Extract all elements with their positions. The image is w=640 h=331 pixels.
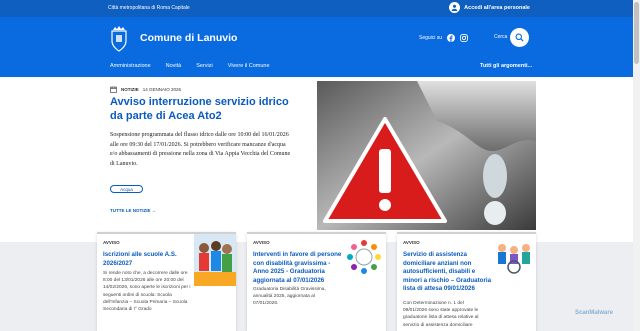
news-category[interactable]: NOTIZIE bbox=[121, 87, 139, 92]
top-bar: Città metropolitana di Roma Capitale Acc… bbox=[0, 0, 633, 17]
card-text: Graduatoria Disabilità Gravissima, annua… bbox=[253, 287, 326, 307]
follow-label: Seguici su bbox=[419, 35, 443, 41]
news-image[interactable] bbox=[317, 81, 536, 230]
search-button[interactable] bbox=[510, 28, 529, 47]
social-links: Seguici su bbox=[419, 34, 468, 42]
watermark-logo: ScanMalware bbox=[575, 310, 614, 316]
scrollbar-thumb[interactable] bbox=[634, 2, 639, 64]
nav-item-news[interactable]: Novità bbox=[166, 63, 182, 69]
news-headline[interactable]: Avviso interruzione servizio idrico da p… bbox=[110, 95, 300, 123]
all-news-link[interactable]: TUTTE LE NOTIZIE → bbox=[110, 208, 156, 213]
card-type: AVVISO bbox=[253, 240, 270, 245]
notice-card[interactable]: AVVISO Interventi in favore di persone c… bbox=[247, 232, 386, 331]
region-link[interactable]: Città metropolitana di Roma Capitale bbox=[108, 5, 190, 11]
card-type: AVVISO bbox=[403, 240, 420, 245]
calendar-icon bbox=[110, 86, 117, 93]
site-header: Comune di Lanuvio Seguici su Cerca Ammin… bbox=[0, 17, 633, 77]
card-type: AVVISO bbox=[103, 240, 120, 245]
nav-item-services[interactable]: Servizi bbox=[196, 63, 213, 69]
arrow-right-icon: → bbox=[151, 208, 157, 213]
featured-news: NOTIZIE 14 GENNAIO 2026 Avviso interruzi… bbox=[0, 77, 633, 242]
search-icon bbox=[515, 33, 524, 42]
people-circle-illustration bbox=[343, 236, 385, 278]
user-icon bbox=[449, 2, 461, 13]
notice-card[interactable]: AVVISO Servizio di assistenza domiciliar… bbox=[397, 232, 536, 331]
scrollbar[interactable] bbox=[633, 0, 640, 331]
site-title[interactable]: Comune di Lanuvio bbox=[140, 32, 237, 44]
facebook-icon[interactable] bbox=[447, 34, 456, 42]
all-news-label: TUTTE LE NOTIZIE bbox=[110, 208, 151, 213]
notice-card[interactable]: AVVISO Iscrizioni alle scuole A.S. 2026/… bbox=[97, 232, 236, 331]
card-title[interactable]: Interventi in favore di persone con disa… bbox=[253, 251, 343, 285]
card-title[interactable]: Servizio di assistenza domiciliare anzia… bbox=[403, 251, 495, 294]
nav-item-administration[interactable]: Amministrazione bbox=[110, 63, 151, 69]
card-text: Si rende noto che, a decorrere dalle ore… bbox=[103, 271, 191, 313]
children-photo bbox=[194, 234, 236, 286]
card-title[interactable]: Iscrizioni alle scuole A.S. 2026/2027 bbox=[103, 251, 189, 268]
care-illustration bbox=[493, 240, 535, 274]
search-label: Cerca bbox=[494, 34, 508, 40]
topic-chip[interactable]: Acqua bbox=[110, 185, 143, 193]
coat-of-arms-icon[interactable] bbox=[110, 26, 128, 52]
login-label: Accedi all'area personale bbox=[464, 4, 530, 11]
news-meta: NOTIZIE 14 GENNAIO 2026 bbox=[110, 86, 181, 93]
instagram-icon[interactable] bbox=[460, 34, 468, 42]
login-button[interactable]: Accedi all'area personale bbox=[449, 2, 530, 13]
news-date: 14 GENNAIO 2026 bbox=[142, 87, 182, 92]
all-topics-link[interactable]: Tutti gli argomenti... bbox=[480, 63, 532, 69]
news-abstract: Sospensione programmata del flusso idric… bbox=[110, 132, 291, 167]
nav-item-living[interactable]: Vivere il Comune bbox=[228, 63, 270, 69]
card-text: Con Determinazione n. 1 del 09/01/2026 s… bbox=[403, 301, 479, 328]
main-nav: Amministrazione Novità Servizi Vivere il… bbox=[110, 63, 285, 69]
